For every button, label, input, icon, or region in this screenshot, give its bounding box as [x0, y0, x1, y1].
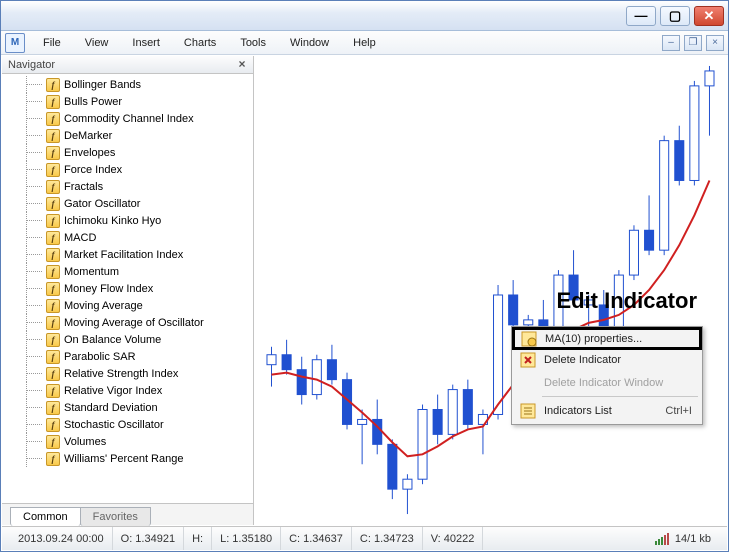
function-icon: f [46, 78, 60, 92]
menu-bar: M FileViewInsertChartsToolsWindowHelp – … [1, 31, 728, 55]
indicator-item[interactable]: fGator Oscillator [2, 195, 253, 212]
annotation-label: Edit Indicator [556, 288, 697, 314]
status-low: L: 1.35180 [212, 527, 281, 550]
status-high: H: [184, 527, 212, 550]
indicator-item[interactable]: fMarket Facilitation Index [2, 246, 253, 263]
indicator-delete-icon [520, 352, 536, 368]
menu-delete-indicator-window: Delete Indicator Window [514, 371, 700, 394]
function-icon: f [46, 418, 60, 432]
indicator-item[interactable]: fBollinger Bands [2, 76, 253, 93]
menu-delete-indicator[interactable]: Delete Indicator [514, 348, 700, 371]
status-bar: 2013.09.24 00:00 O: 1.34921 H: L: 1.3518… [2, 526, 727, 550]
function-icon: f [46, 231, 60, 245]
minimize-button[interactable]: — [626, 6, 656, 26]
indicator-list-icon [520, 403, 536, 419]
function-icon: f [46, 112, 60, 126]
menu-help[interactable]: Help [341, 34, 388, 52]
menu-insert[interactable]: Insert [120, 34, 172, 52]
menu-tools[interactable]: Tools [228, 34, 278, 52]
navigator-header: Navigator × [2, 56, 253, 74]
title-bar: — ▢ ✕ [1, 1, 728, 31]
function-icon: f [46, 129, 60, 143]
function-icon: f [46, 367, 60, 381]
mdi-restore-button[interactable]: ❐ [684, 35, 702, 51]
function-icon: f [46, 299, 60, 313]
indicator-item[interactable]: fMoving Average of Oscillator [2, 314, 253, 331]
navigator-panel: Navigator × fBollinger BandsfBulls Power… [2, 56, 254, 525]
status-time: 2013.09.24 00:00 [10, 527, 113, 550]
menu-ma-properties[interactable]: MA(10) properties... [512, 327, 702, 350]
menu-charts[interactable]: Charts [172, 34, 228, 52]
indicator-item[interactable]: fMoving Average [2, 297, 253, 314]
indicator-item[interactable]: fForce Index [2, 161, 253, 178]
function-icon: f [46, 435, 60, 449]
function-icon: f [46, 384, 60, 398]
tab-favorites[interactable]: Favorites [80, 507, 151, 526]
status-connection: 14/1 kb [647, 527, 719, 550]
function-icon: f [46, 265, 60, 279]
menu-file[interactable]: File [31, 34, 73, 52]
indicator-item[interactable]: fMACD [2, 229, 253, 246]
close-button[interactable]: ✕ [694, 6, 724, 26]
function-icon: f [46, 163, 60, 177]
status-c1: C: 1.34637 [281, 527, 352, 550]
function-icon: f [46, 316, 60, 330]
indicator-item[interactable]: fMomentum [2, 263, 253, 280]
indicator-item[interactable]: fEnvelopes [2, 144, 253, 161]
mdi-minimize-button[interactable]: – [662, 35, 680, 51]
maximize-button[interactable]: ▢ [660, 6, 690, 26]
indicator-item[interactable]: fFractals [2, 178, 253, 195]
tab-common[interactable]: Common [10, 507, 81, 526]
menu-separator [542, 396, 698, 397]
function-icon: f [46, 146, 60, 160]
indicator-item[interactable]: fDeMarker [2, 127, 253, 144]
indicator-item[interactable]: fParabolic SAR [2, 348, 253, 365]
chart-area[interactable]: Edit Indicator MA(10) properties... Dele… [254, 56, 727, 525]
navigator-title: Navigator [8, 59, 55, 71]
function-icon: f [46, 95, 60, 109]
menu-indicators-list[interactable]: Indicators List Ctrl+I [514, 399, 700, 422]
indicator-item[interactable]: fCommodity Channel Index [2, 110, 253, 127]
indicator-item[interactable]: fRelative Strength Index [2, 365, 253, 382]
indicator-item[interactable]: fRelative Vigor Index [2, 382, 253, 399]
function-icon: f [46, 333, 60, 347]
function-icon: f [46, 248, 60, 262]
menu-window[interactable]: Window [278, 34, 341, 52]
menu-view[interactable]: View [73, 34, 121, 52]
indicator-item[interactable]: fVolumes [2, 433, 253, 450]
app-icon: M [5, 33, 25, 53]
indicator-gear-icon [521, 331, 537, 347]
function-icon: f [46, 401, 60, 415]
context-menu: MA(10) properties... Delete Indicator De… [511, 326, 703, 425]
indicator-item[interactable]: fMoney Flow Index [2, 280, 253, 297]
indicator-item[interactable]: fOn Balance Volume [2, 331, 253, 348]
status-volume: V: 40222 [423, 527, 484, 550]
mdi-close-button[interactable]: × [706, 35, 724, 51]
indicator-item[interactable]: fWilliams' Percent Range [2, 450, 253, 467]
status-open: O: 1.34921 [113, 527, 184, 550]
function-icon: f [46, 214, 60, 228]
status-c2: C: 1.34723 [352, 527, 423, 550]
function-icon: f [46, 282, 60, 296]
indicator-item[interactable]: fStandard Deviation [2, 399, 253, 416]
signal-bars-icon [655, 533, 669, 545]
indicator-item[interactable]: fBulls Power [2, 93, 253, 110]
function-icon: f [46, 350, 60, 364]
navigator-close-button[interactable]: × [235, 57, 249, 71]
indicator-item[interactable]: fStochastic Oscillator [2, 416, 253, 433]
function-icon: f [46, 197, 60, 211]
navigator-tree[interactable]: fBollinger BandsfBulls PowerfCommodity C… [2, 74, 253, 503]
function-icon: f [46, 452, 60, 466]
function-icon: f [46, 180, 60, 194]
indicator-item[interactable]: fIchimoku Kinko Hyo [2, 212, 253, 229]
